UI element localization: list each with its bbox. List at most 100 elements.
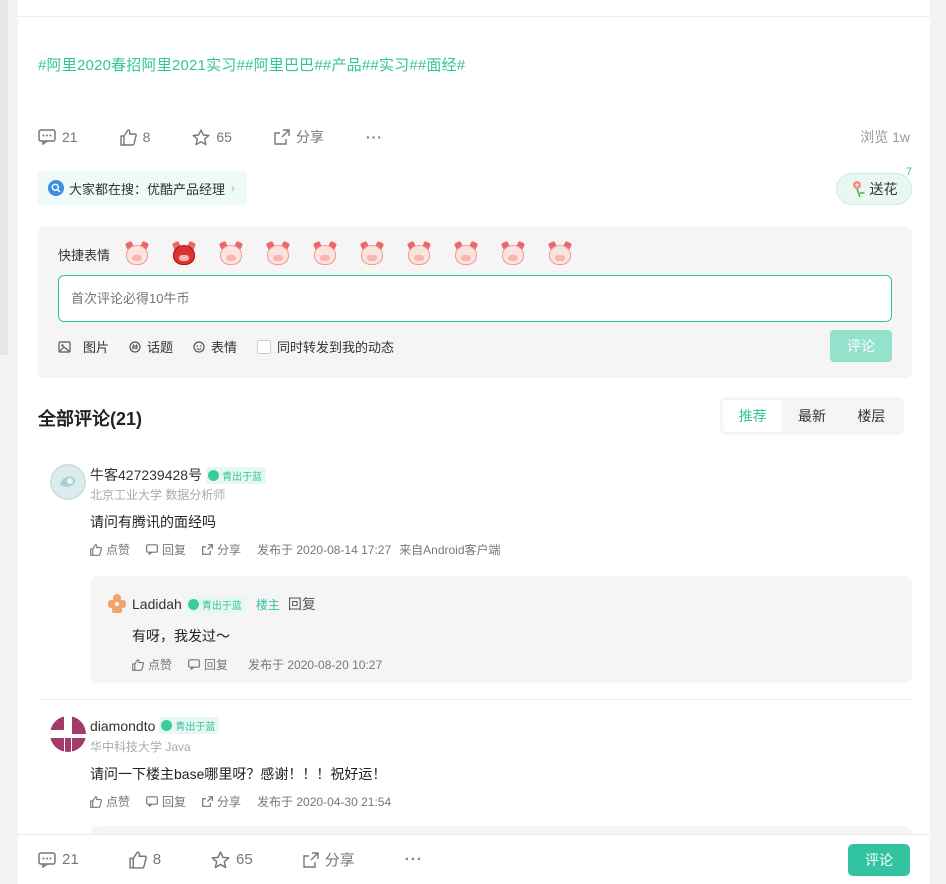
like-button[interactable]: 8 bbox=[129, 850, 161, 869]
star-icon bbox=[211, 850, 230, 868]
comment-button[interactable]: 21 bbox=[38, 129, 78, 145]
share-button[interactable]: 分享 bbox=[303, 849, 355, 870]
cow-emoji-icon[interactable] bbox=[500, 240, 526, 267]
comment-icon bbox=[188, 659, 200, 670]
sort-tab-floor[interactable]: 楼层 bbox=[842, 400, 901, 432]
more-icon: ··· bbox=[404, 851, 423, 868]
comment-count: 21 bbox=[62, 851, 79, 868]
share-icon bbox=[274, 129, 290, 145]
share-icon bbox=[202, 796, 213, 807]
submit-comment-button[interactable]: 评论 bbox=[830, 330, 892, 362]
reply-button[interactable]: 回复 bbox=[146, 793, 186, 810]
checkbox[interactable] bbox=[257, 339, 272, 354]
flower-icon bbox=[852, 181, 865, 198]
like-icon bbox=[119, 128, 137, 146]
like-button[interactable]: 点赞 bbox=[90, 541, 130, 558]
reply-label: 回复 bbox=[204, 658, 229, 672]
submit-comment-button[interactable]: 评论 bbox=[848, 843, 910, 876]
topic-icon bbox=[129, 340, 141, 353]
more-button[interactable]: ··· bbox=[366, 129, 383, 145]
badge-label: 青出于蓝 bbox=[201, 600, 242, 612]
emoji-icon bbox=[193, 340, 205, 353]
like-icon bbox=[129, 850, 147, 869]
comment-icon bbox=[38, 129, 56, 145]
like-button[interactable]: 点赞 bbox=[132, 656, 172, 673]
favorite-count: 65 bbox=[216, 129, 232, 145]
favorite-button[interactable]: 65 bbox=[211, 850, 253, 869]
send-flower-button[interactable]: 送花 bbox=[836, 173, 912, 205]
share-label: 分享 bbox=[324, 852, 355, 869]
cow-emoji-icon[interactable] bbox=[312, 240, 338, 267]
reply-button[interactable]: 回复 bbox=[188, 656, 228, 673]
page-edge-shade bbox=[0, 355, 8, 790]
avatar[interactable] bbox=[50, 716, 86, 752]
send-flower-label: 送花 bbox=[869, 181, 898, 197]
angry-cow-emoji-icon[interactable] bbox=[171, 240, 197, 267]
star-icon bbox=[192, 128, 210, 145]
view-count: 浏览 1w bbox=[860, 129, 910, 145]
quick-emoji-label: 快捷表情 bbox=[58, 247, 111, 263]
like-button[interactable]: 8 bbox=[119, 128, 150, 146]
avatar[interactable] bbox=[106, 592, 128, 614]
comment-icon bbox=[146, 544, 158, 555]
comment-author[interactable]: 牛客427239428号 青出于蓝 bbox=[90, 465, 267, 485]
badge-label: 青出于蓝 bbox=[222, 471, 263, 483]
insert-emoji-label: 表情 bbox=[211, 340, 238, 355]
username[interactable]: 牛客427239428号 bbox=[90, 465, 202, 485]
image-icon bbox=[58, 340, 71, 353]
comment-input[interactable] bbox=[58, 275, 892, 322]
favorite-button[interactable]: 65 bbox=[192, 128, 232, 146]
level-badge: 青出于蓝 bbox=[159, 717, 220, 734]
cow-emoji-icon[interactable] bbox=[547, 240, 573, 267]
cow-emoji-icon[interactable] bbox=[265, 240, 291, 267]
insert-emoji-button[interactable]: 表情 bbox=[193, 337, 237, 356]
composer-tools: 图片 话题 表情 同时转发到我的动态 bbox=[58, 337, 414, 356]
like-label: 点赞 bbox=[106, 543, 131, 557]
sort-tab-latest[interactable]: 最新 bbox=[782, 400, 841, 432]
like-icon bbox=[90, 795, 102, 808]
op-tag: 楼主 bbox=[255, 597, 280, 612]
sort-tab-recommended[interactable]: 推荐 bbox=[723, 400, 783, 432]
post-card: #阿里2020春招阿里2021实习##阿里巴巴##产品##实习##面经# 21 … bbox=[18, 0, 930, 884]
post-time: 发布于 2020-04-30 21:54 bbox=[257, 795, 392, 809]
avatar[interactable] bbox=[50, 464, 86, 500]
share-label: 分享 bbox=[217, 543, 242, 557]
trending-search-chip[interactable]: 大家都在搜：优酷产品经理 › bbox=[38, 171, 248, 205]
cow-emoji-icon[interactable] bbox=[359, 240, 385, 267]
username[interactable]: diamondto bbox=[90, 718, 155, 734]
repost-checkbox[interactable]: 同时转发到我的动态 bbox=[257, 337, 394, 356]
share-button[interactable]: 分享 bbox=[274, 127, 324, 147]
reply-button[interactable]: 回复 bbox=[146, 541, 186, 558]
share-icon bbox=[303, 851, 319, 868]
comment-body: 请问有腾讯的面经吗 bbox=[90, 514, 216, 530]
badge-icon bbox=[208, 469, 220, 481]
share-button[interactable]: 分享 bbox=[202, 793, 241, 810]
insert-topic-label: 话题 bbox=[147, 340, 174, 355]
chevron-right-icon: › bbox=[231, 181, 236, 195]
reply-body: 有呀，我发过～ bbox=[132, 628, 230, 644]
author-meta: 北京工业大学 数据分析师 bbox=[90, 488, 226, 502]
like-label: 点赞 bbox=[106, 795, 131, 809]
bottom-action-bar: 21 8 65 分享 ··· 评论 bbox=[18, 834, 930, 884]
divider bbox=[18, 16, 930, 17]
badge-icon bbox=[187, 598, 199, 610]
share-button[interactable]: 分享 bbox=[202, 541, 241, 558]
comment-button[interactable]: 21 bbox=[38, 851, 79, 868]
comment-divider bbox=[38, 699, 912, 700]
post-tags[interactable]: #阿里2020春招阿里2021实习##阿里巴巴##产品##实习##面经# bbox=[38, 54, 465, 75]
comment-body: 请问一下楼主base哪里呀？感谢！！！祝好运！ bbox=[90, 766, 387, 782]
reply-author: Ladidah 青出于蓝 楼主 回复 bbox=[132, 594, 316, 614]
cow-emoji-icon[interactable] bbox=[124, 240, 150, 267]
cow-emoji-icon[interactable] bbox=[453, 240, 479, 267]
post-actions: 21 8 65 分享 ··· 浏览 1w bbox=[38, 126, 910, 148]
insert-image-button[interactable]: 图片 bbox=[58, 337, 109, 356]
username[interactable]: Ladidah bbox=[132, 596, 182, 612]
cow-emoji-icon[interactable] bbox=[406, 240, 432, 267]
comment-author[interactable]: diamondto 青出于蓝 bbox=[90, 717, 220, 734]
like-button[interactable]: 点赞 bbox=[90, 793, 130, 810]
insert-topic-button[interactable]: 话题 bbox=[129, 337, 173, 356]
comment-item: 牛客427239428号 青出于蓝 北京工业大学 数据分析师 请问有腾讯的面经吗… bbox=[50, 464, 910, 564]
cow-emoji-icon[interactable] bbox=[218, 240, 244, 267]
more-button[interactable]: ··· bbox=[405, 851, 423, 868]
share-icon bbox=[202, 544, 213, 555]
